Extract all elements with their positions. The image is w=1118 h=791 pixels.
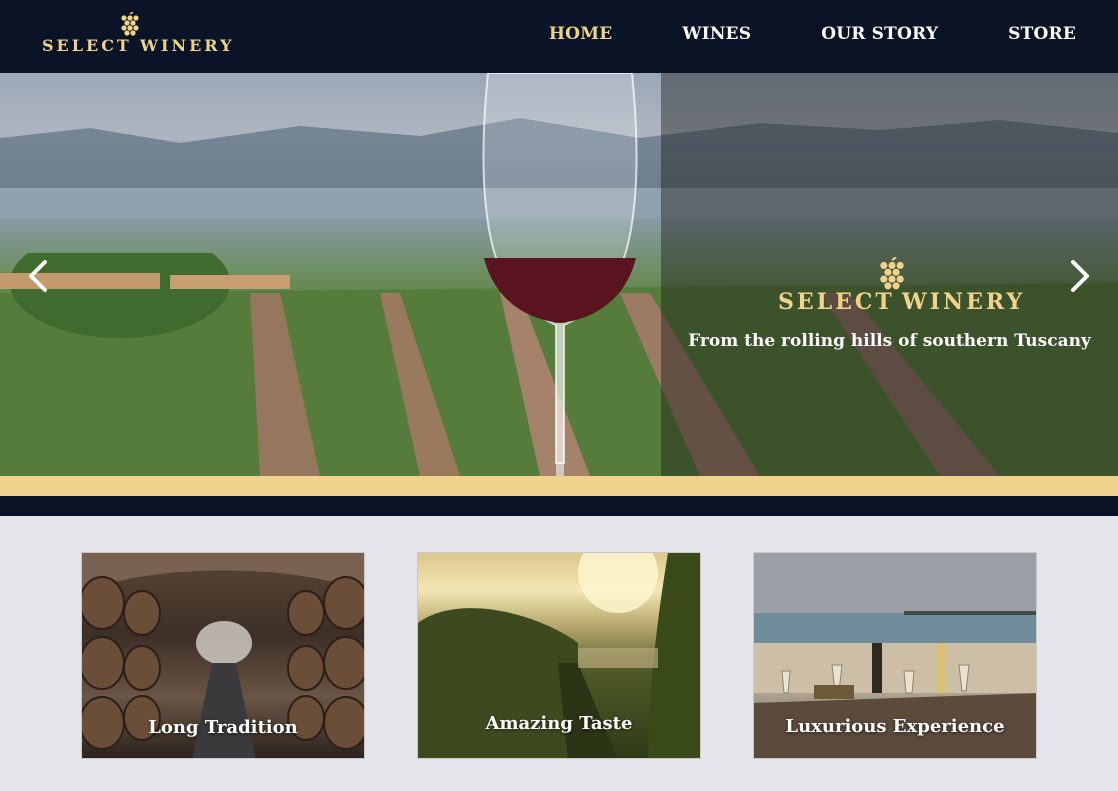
brand-word-winery: WINERY xyxy=(140,36,235,55)
card-luxurious-experience[interactable]: Luxurious Experience xyxy=(753,552,1037,759)
hero-tagline: From the rolling hills of southern Tusca… xyxy=(688,331,1091,351)
card-amazing-taste[interactable]: Amazing Taste xyxy=(417,552,701,759)
nav-store[interactable]: STORE xyxy=(1008,24,1076,44)
hero-brand-word-select: SELECT xyxy=(778,289,895,315)
nav-our-story[interactable]: OUR STORY xyxy=(821,24,938,44)
brand-word-select: SELECT xyxy=(42,36,132,55)
card-label: Amazing Taste xyxy=(485,713,633,734)
gold-divider xyxy=(0,476,1118,496)
nav-home[interactable]: HOME xyxy=(549,24,612,44)
hero-brand-logo: SELECT WINERY xyxy=(778,257,1022,317)
nav-wines[interactable]: WINES xyxy=(682,24,751,44)
chevron-right-icon[interactable] xyxy=(1067,259,1093,293)
grape-icon xyxy=(121,12,139,36)
brand-logo[interactable]: SELECT WINERY xyxy=(42,12,232,60)
hero-caption-panel: SELECT WINERY From the rolling hills of … xyxy=(661,73,1118,476)
top-nav: SELECT WINERY HOME WINES OUR STORY STORE xyxy=(0,0,1118,73)
hero-brand-word-winery: WINERY xyxy=(902,289,1026,315)
chevron-left-icon[interactable] xyxy=(25,259,51,293)
wine-glass-image xyxy=(482,73,638,476)
card-long-tradition[interactable]: Long Tradition xyxy=(81,552,365,759)
grape-icon xyxy=(880,257,904,290)
card-label: Luxurious Experience xyxy=(785,716,1005,737)
main-menu: HOME WINES OUR STORY STORE xyxy=(549,24,1076,44)
navy-divider xyxy=(0,496,1118,516)
hero-slider: SELECT WINERY From the rolling hills of … xyxy=(0,73,1118,476)
card-label: Long Tradition xyxy=(148,717,298,738)
